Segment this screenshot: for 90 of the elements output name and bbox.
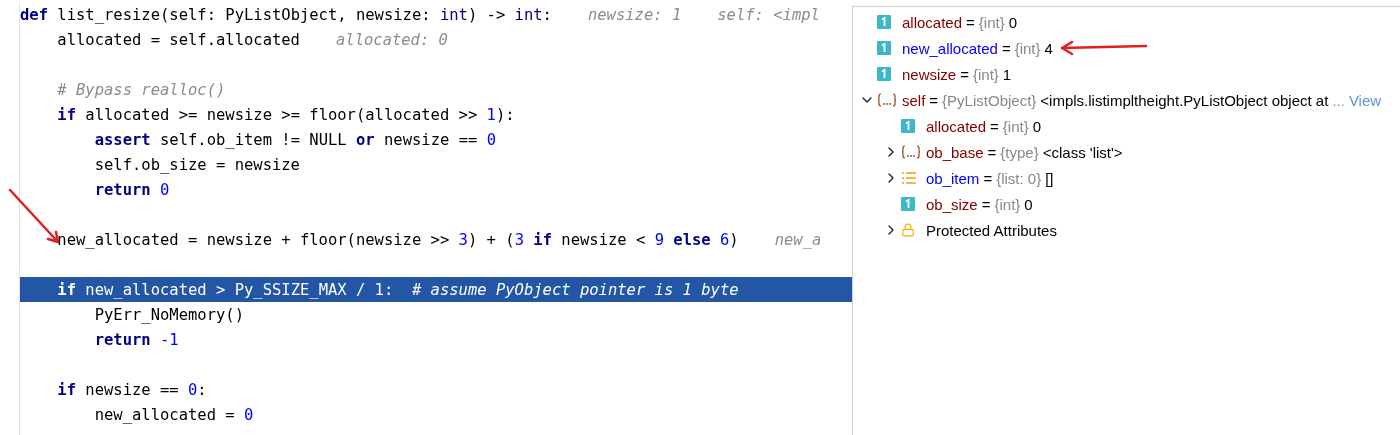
- code-token: ): [729, 230, 739, 249]
- code-token: int: [439, 5, 468, 24]
- code-token: 0: [188, 380, 198, 399]
- code-token: 0: [486, 130, 496, 149]
- code-token: allocated >= newsize >= floor(allocated >>: [84, 105, 479, 124]
- code-token: 6: [718, 230, 730, 249]
- code-token: -1: [159, 330, 179, 349]
- variable-type: {int}: [978, 13, 1005, 31]
- variable-type: {int}: [994, 195, 1021, 213]
- ellipsis: ...: [1332, 91, 1345, 109]
- variable-name: Protected Attributes: [926, 221, 1057, 239]
- variable-type: {int}: [1002, 117, 1029, 135]
- inline-value-hint: new_a: [774, 230, 822, 249]
- variable-type: {int}: [1014, 39, 1041, 57]
- variable-name: ob_base: [926, 143, 984, 161]
- lock-icon: [901, 223, 915, 237]
- code-token: newsize <: [560, 230, 647, 249]
- variable-value: 0: [1024, 195, 1033, 213]
- variable-type: {int}: [972, 65, 999, 83]
- integer-icon: [877, 15, 891, 29]
- code-token: list_resize(self: PyListObject, newsize:: [56, 5, 432, 24]
- list-icon: [901, 171, 917, 185]
- equals-sign: =: [929, 91, 939, 109]
- code-token: :: [197, 380, 207, 399]
- code-token: def: [20, 5, 48, 24]
- equals-sign: =: [960, 65, 969, 83]
- code-token: if: [56, 105, 76, 124]
- variable-name: newsize: [902, 65, 957, 83]
- variable-name: ob_item: [926, 169, 980, 187]
- integer-icon: [877, 67, 891, 81]
- variable-name: new_allocated: [902, 39, 998, 57]
- code-token: if: [532, 230, 552, 249]
- code-token: newsize ==: [84, 380, 180, 399]
- braces-icon: [901, 145, 921, 159]
- integer-icon: [901, 119, 915, 133]
- code-token: 0: [243, 405, 254, 424]
- inline-value-hint: self: <impl: [717, 5, 820, 24]
- code-token: 1: [486, 105, 496, 124]
- variable-value: 0: [1032, 117, 1042, 135]
- equals-sign: =: [990, 117, 999, 135]
- code-token: assert: [93, 130, 151, 149]
- code-token: self.ob_item != NULL: [159, 130, 348, 149]
- code-comment: # assume PyObject pointer is 1 byte: [411, 280, 739, 299]
- variable-type: {list: 0}: [996, 169, 1042, 187]
- variable-type: {type}: [1000, 143, 1039, 161]
- code-token: new_allocated =: [93, 405, 236, 424]
- integer-icon: [877, 41, 891, 55]
- variable-value: []: [1045, 169, 1054, 187]
- equals-sign: =: [966, 13, 975, 31]
- variable-name: allocated: [902, 13, 963, 31]
- variable-value: 4: [1044, 39, 1053, 57]
- variable-value: 1: [1002, 65, 1012, 83]
- code-token: new_allocated > Py_SSIZE_MAX / 1:: [84, 280, 395, 299]
- code-token: 0: [159, 180, 170, 199]
- view-link[interactable]: View: [1348, 91, 1382, 109]
- code-comment: # Bypass realloc(): [56, 80, 226, 99]
- code-token: return: [93, 330, 151, 349]
- equals-sign: =: [1001, 39, 1011, 57]
- code-token: or: [355, 130, 375, 149]
- code-token: allocated = self.allocated: [56, 30, 300, 49]
- code-token: ):: [495, 105, 515, 124]
- code-token: else: [672, 230, 711, 249]
- variable-value: <class 'list'>: [1042, 143, 1123, 161]
- variable-name: ob_size: [926, 195, 978, 213]
- code-token: if: [56, 380, 76, 399]
- braces-icon: [877, 93, 897, 107]
- equals-sign: =: [981, 195, 991, 213]
- variable-value: <impls.listimpltheight.PyListObject object at: [1040, 91, 1329, 109]
- code-token: 9: [654, 230, 664, 249]
- code-token: 3: [458, 230, 468, 249]
- equals-sign: =: [987, 143, 997, 161]
- code-token: 3: [514, 230, 524, 249]
- variable-name: allocated: [926, 117, 987, 135]
- code-token: ) ->: [467, 5, 507, 24]
- integer-icon: [901, 197, 915, 211]
- code-token: self.ob_size = newsize: [93, 155, 300, 174]
- code-token: return: [93, 180, 151, 199]
- variable-name: self: [902, 91, 926, 109]
- code-token: ) + (: [467, 230, 515, 249]
- inline-value-hint: newsize: 1: [587, 5, 682, 24]
- equals-sign: =: [983, 169, 993, 187]
- variable-type: {PyListObject}: [942, 91, 1037, 109]
- inline-value-hint: allocated: 0: [335, 30, 448, 49]
- code-token: newsize ==: [382, 130, 479, 149]
- code-token: new_allocated = newsize + floor(newsize >>: [56, 230, 451, 249]
- code-token: int: [514, 5, 543, 24]
- code-token: :: [542, 5, 552, 24]
- code-token: if: [56, 280, 76, 299]
- variable-value: 0: [1008, 13, 1018, 31]
- code-token: PyErr_NoMemory(): [93, 305, 244, 324]
